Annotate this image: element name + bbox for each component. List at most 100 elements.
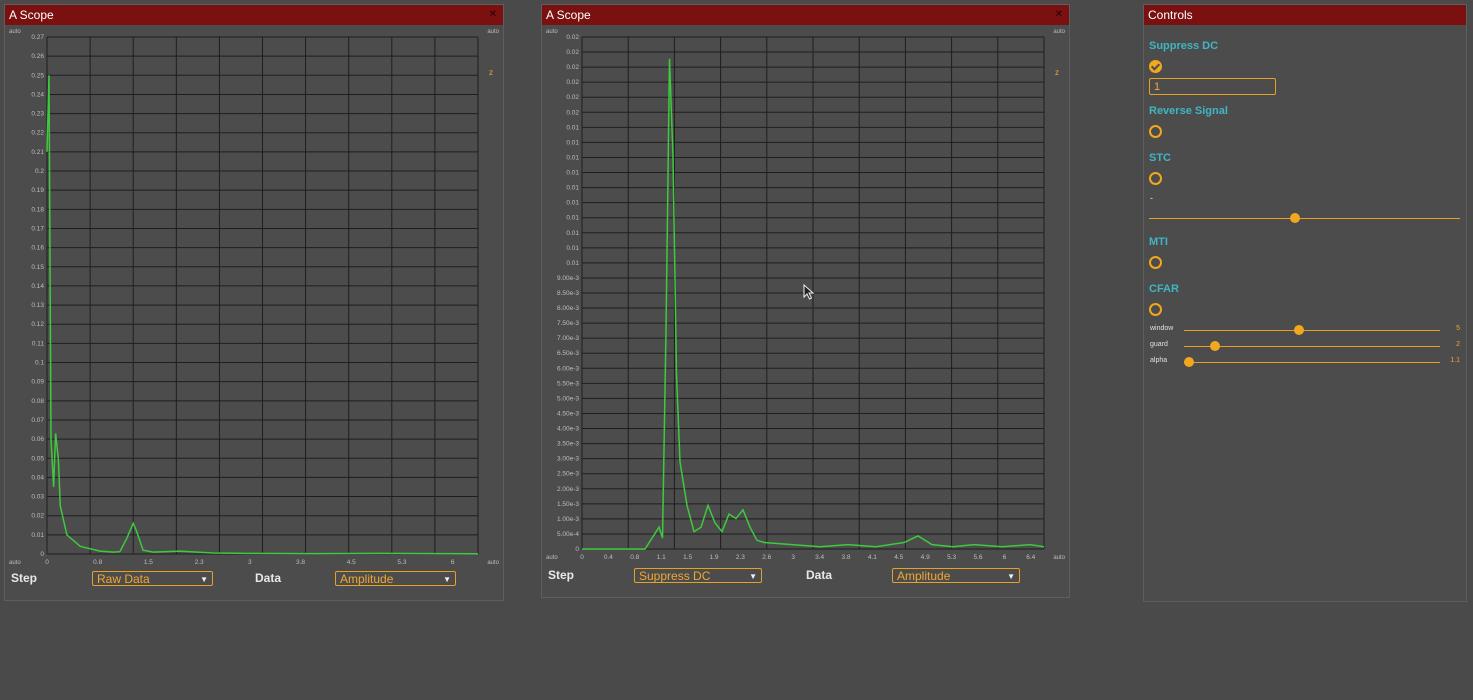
controls-title: Controls <box>1148 8 1193 22</box>
stc-checkbox[interactable] <box>1149 172 1162 185</box>
dropdown-arrow-icon: ▼ <box>200 575 208 584</box>
y-tick-label: 0.08 <box>31 398 44 405</box>
cfar-slider-thumb[interactable] <box>1294 325 1305 335</box>
cfar-slider-track[interactable] <box>1184 330 1440 331</box>
cfar-slider-track[interactable] <box>1184 362 1440 363</box>
y-tick-label: 0.01 <box>566 170 579 177</box>
y-tick-label: 0.01 <box>566 200 579 207</box>
y-tick-label: 0.01 <box>566 260 579 267</box>
close-icon[interactable]: ✕ <box>1055 5 1063 25</box>
suppress-dc-label: Suppress DC <box>1149 40 1219 52</box>
y-tick-label: 8.00e-3 <box>557 305 579 312</box>
x-tick-label: 0.8 <box>93 559 102 566</box>
step-label: Step <box>548 568 575 582</box>
data-select[interactable]: Amplitude ▼ <box>335 571 456 586</box>
x-tick-label: 4.5 <box>347 559 356 566</box>
y-tick-label: 0 <box>40 551 44 558</box>
cfar-slider-label: guard <box>1150 341 1168 348</box>
scope-panel-2: A Scope ✕ 0.02 0.02 0.02 0.02 0.02 0.02 0.01 0.… <box>541 4 1070 598</box>
y-tick-label: 5.00e-3 <box>557 395 579 402</box>
x-tick-label: 6 <box>1003 554 1007 561</box>
y-tick-label: 0.12 <box>31 321 44 328</box>
data-select[interactable]: Amplitude ▼ <box>892 568 1020 583</box>
y-tick-label: 0.02 <box>566 34 579 41</box>
y-tick-label: 0.23 <box>31 111 44 118</box>
y-tick-label: 0.11 <box>32 340 45 347</box>
x-tick-label: 2.3 <box>195 559 204 566</box>
step-select[interactable]: Suppress DC ▼ <box>634 568 762 583</box>
x-tick-label: 1.5 <box>144 559 153 566</box>
y-tick-label: 0 <box>575 546 579 553</box>
x-tick-label: 4.9 <box>921 554 930 561</box>
y-tick-label: 0.26 <box>31 53 44 60</box>
y-tick-label: 0.07 <box>31 417 44 424</box>
x-tick-label: 6 <box>451 559 455 566</box>
cfar-label: CFAR <box>1149 283 1179 295</box>
y-tick-label: 0.2 <box>35 168 44 175</box>
x-tick-label: 3.4 <box>815 554 824 561</box>
auto-label-top-right: auto <box>1053 29 1065 35</box>
y-tick-label: 1.50e-3 <box>557 501 579 508</box>
y-tick-label: 4.00e-3 <box>557 426 579 433</box>
y-tick-label: 3.00e-3 <box>557 456 579 463</box>
reverse-signal-checkbox[interactable] <box>1149 125 1162 138</box>
suppress-dc-input[interactable]: 1 <box>1149 78 1276 95</box>
y-tick-label: 1.00e-3 <box>557 516 579 523</box>
scope-title: A Scope <box>546 8 591 22</box>
y-tick-label: 7.00e-3 <box>557 335 579 342</box>
mti-label: MTI <box>1149 236 1168 248</box>
step-row: Step Raw Data ▼ Data Amplitude ▼ <box>5 571 503 591</box>
y-tick-label: 0.01 <box>566 215 579 222</box>
y-tick-label: 0.02 <box>566 79 579 86</box>
y-tick-label: 0.16 <box>31 245 44 252</box>
suppress-dc-checkbox[interactable] <box>1149 60 1162 73</box>
scope-title-bar[interactable]: A Scope ✕ <box>542 5 1069 25</box>
cfar-slider-thumb[interactable] <box>1184 357 1195 367</box>
x-tick-label: 3 <box>248 559 252 566</box>
y-tick-label: 8.50e-3 <box>557 290 579 297</box>
step-select[interactable]: Raw Data ▼ <box>92 571 213 586</box>
data-label: Data <box>255 571 282 585</box>
y-tick-label: 0.01 <box>566 230 579 237</box>
scope-chart-1[interactable]: 0.27 0.26 0.25 0.24 0.23 0.22 0.21 0.2 0.19 0.18 0… <box>5 25 503 570</box>
x-tick-label: 2.6 <box>762 554 771 561</box>
step-select-value: Suppress DC <box>639 569 711 583</box>
y-tick-label: 0.24 <box>31 91 44 98</box>
controls-title-bar[interactable]: Controls <box>1144 5 1466 25</box>
cfar-slider-track[interactable] <box>1184 346 1440 347</box>
y-tick-label: 0.13 <box>31 302 44 309</box>
scope-title-bar[interactable]: A Scope ✕ <box>5 5 503 25</box>
step-label: Step <box>11 571 38 585</box>
x-tick-label: 4.5 <box>894 554 903 561</box>
stc-slider-label: - <box>1150 193 1153 203</box>
y-tick-label: 0.09 <box>31 379 44 386</box>
x-tick-label: 5.3 <box>947 554 956 561</box>
y-tick-label: 0.14 <box>31 283 44 290</box>
y-tick-label: 0.01 <box>566 185 579 192</box>
y-tick-label: 4.50e-3 <box>557 410 579 417</box>
y-tick-label: 0.1 <box>35 360 44 367</box>
cfar-checkbox[interactable] <box>1149 303 1162 316</box>
reverse-signal-label: Reverse Signal <box>1149 105 1228 117</box>
x-tick-label: 0.8 <box>630 554 639 561</box>
y-tick-label: 2.00e-3 <box>557 486 579 493</box>
step-row: Step Suppress DC ▼ Data Amplitude ▼ <box>542 568 1069 588</box>
stc-slider-thumb[interactable] <box>1290 213 1301 223</box>
scope-title: A Scope <box>9 8 54 22</box>
close-icon[interactable]: ✕ <box>489 5 497 25</box>
stc-slider-track[interactable] <box>1149 218 1460 219</box>
x-tick-label: 6.4 <box>1026 554 1035 561</box>
x-tick-label: 5.6 <box>973 554 982 561</box>
y-tick-label: 0.02 <box>566 49 579 56</box>
auto-label-top-right: auto <box>487 29 499 35</box>
y-tick-label: 0.01 <box>566 154 579 161</box>
mouse-cursor-icon <box>803 284 815 300</box>
controls-panel: Controls Suppress DC 1 Reverse Signal ST… <box>1143 4 1467 602</box>
y-tick-label: 0.17 <box>31 225 44 232</box>
y-tick-label: 9.00e-3 <box>557 275 579 282</box>
x-tick-label: 0.4 <box>604 554 613 561</box>
cfar-slider-thumb[interactable] <box>1209 341 1220 351</box>
y-tick-label: 0.15 <box>31 264 44 271</box>
auto-label-bottom-left: auto <box>9 560 21 566</box>
mti-checkbox[interactable] <box>1149 256 1162 269</box>
